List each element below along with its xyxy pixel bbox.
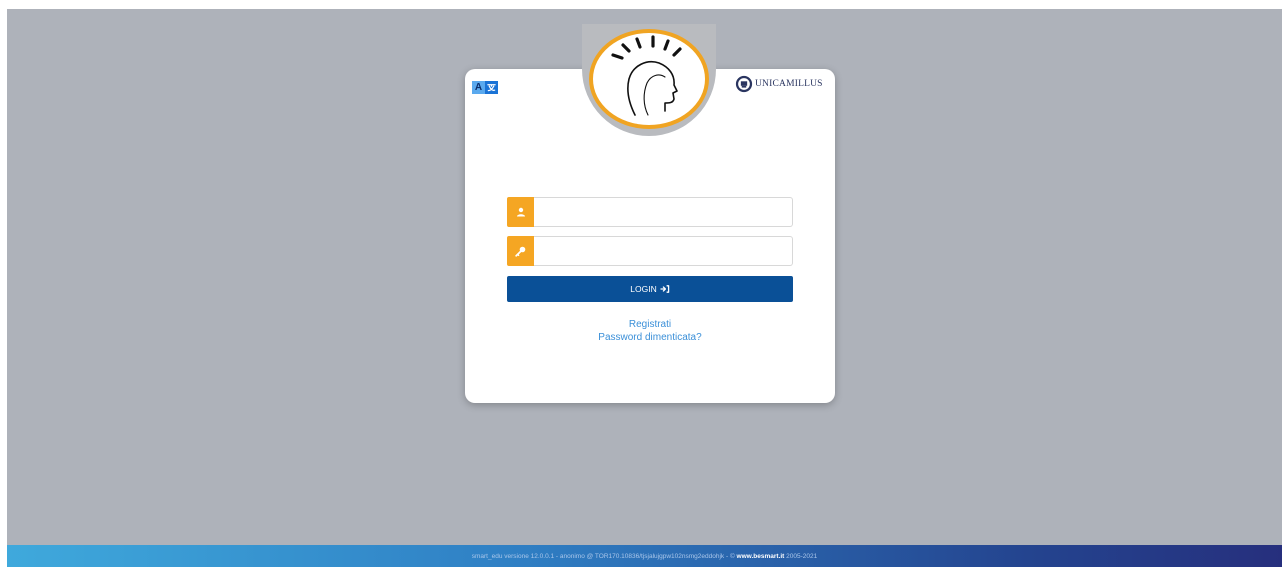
username-field	[507, 197, 793, 227]
accessibility-alt-icon[interactable]	[485, 81, 498, 94]
login-button-label: LOGIN	[630, 284, 657, 294]
username-input[interactable]	[534, 197, 793, 227]
page-background: A UNICAMILLUS LOGIN Registrati Password …	[7, 9, 1282, 567]
accessibility-toggle[interactable]: A	[472, 81, 498, 94]
register-link[interactable]: Registrati	[465, 318, 835, 331]
auth-links: Registrati Password dimenticata?	[465, 318, 835, 344]
login-button[interactable]: LOGIN	[507, 276, 793, 302]
sign-in-icon	[660, 285, 669, 293]
key-icon	[507, 236, 534, 266]
forgot-password-link[interactable]: Password dimenticata?	[465, 331, 835, 344]
footer-bar: smart_edu versione 12.0.0.1 - anonimo @ …	[7, 545, 1282, 567]
accessibility-a-icon[interactable]: A	[472, 81, 485, 94]
university-logo: UNICAMILLUS	[735, 75, 823, 93]
password-input[interactable]	[534, 236, 793, 266]
password-field	[507, 236, 793, 266]
university-name: UNICAMILLUS	[755, 79, 823, 89]
university-crest-icon	[735, 75, 753, 93]
app-logo-icon	[589, 29, 709, 129]
footer-site-link[interactable]: www.besmart.it	[737, 553, 785, 560]
login-card: A UNICAMILLUS LOGIN Registrati Password …	[465, 24, 835, 403]
user-icon	[507, 197, 534, 227]
footer-years: 2005-2021	[784, 552, 818, 560]
footer-version-text: smart_edu versione 12.0.0.1 - anonimo @ …	[471, 552, 737, 560]
